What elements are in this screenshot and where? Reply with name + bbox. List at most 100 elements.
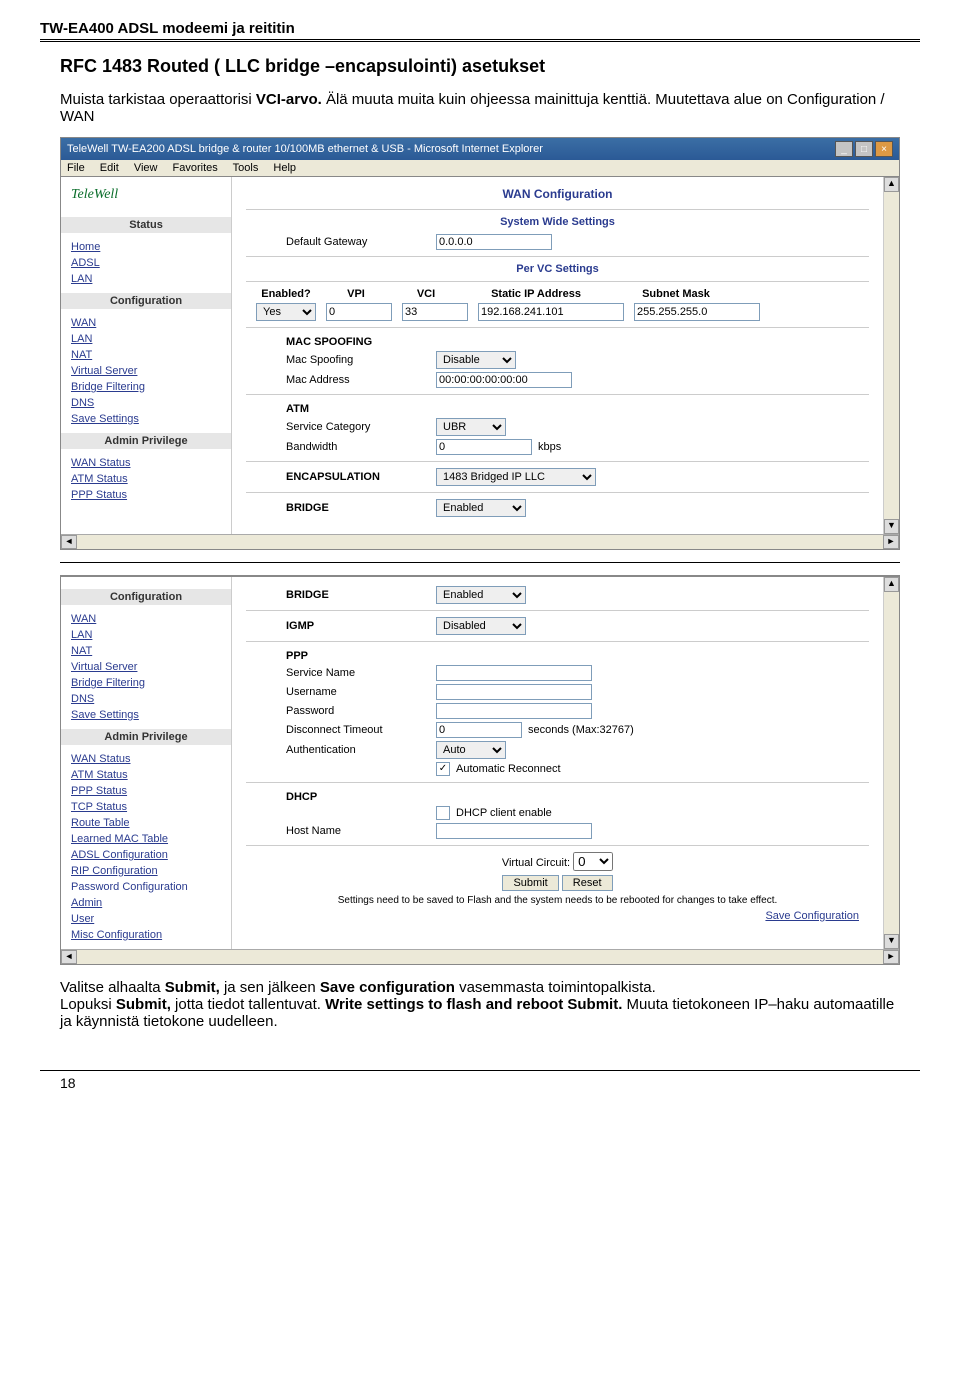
nav-dns-2[interactable]: DNS bbox=[61, 691, 231, 707]
encapsulation-label: ENCAPSULATION bbox=[246, 471, 436, 483]
per-vc-title: Per VC Settings bbox=[246, 263, 869, 275]
host-name-input[interactable] bbox=[436, 823, 592, 839]
nav-lan2[interactable]: LAN bbox=[61, 331, 231, 347]
encapsulation-select[interactable]: 1483 Bridged IP LLC bbox=[436, 468, 596, 486]
nav-config-heading: Configuration bbox=[61, 293, 231, 309]
main-panel-2: BRIDGE Enabled IGMP Disabled PPP Service… bbox=[232, 577, 883, 949]
scrollbar-vertical-2[interactable]: ▲ ▼ bbox=[883, 577, 899, 949]
dhcp-client-label: DHCP client enable bbox=[456, 807, 552, 819]
password-input[interactable] bbox=[436, 703, 592, 719]
nav-dns[interactable]: DNS bbox=[61, 395, 231, 411]
service-category-select[interactable]: UBR bbox=[436, 418, 506, 436]
logo: TeleWell bbox=[61, 183, 231, 211]
main-panel: WAN Configuration System Wide Settings D… bbox=[232, 177, 883, 534]
nav-adsl[interactable]: ADSL bbox=[61, 255, 231, 271]
scrollbar-vertical[interactable]: ▲ ▼ bbox=[883, 177, 899, 534]
menu-help[interactable]: Help bbox=[273, 162, 296, 174]
igmp-select[interactable]: Disabled bbox=[436, 617, 526, 635]
enabled-select[interactable]: Yes bbox=[256, 303, 316, 321]
nav-home[interactable]: Home bbox=[61, 239, 231, 255]
service-name-label: Service Name bbox=[246, 667, 436, 679]
dhcp-client-checkbox[interactable] bbox=[436, 806, 450, 820]
static-ip-input[interactable] bbox=[478, 303, 624, 321]
scroll-up-icon-2[interactable]: ▲ bbox=[884, 577, 899, 592]
authentication-select[interactable]: Auto bbox=[436, 741, 506, 759]
scrollbar-horizontal-2[interactable]: ◄ ► bbox=[61, 949, 899, 964]
bandwidth-input[interactable] bbox=[436, 439, 532, 455]
menu-file[interactable]: File bbox=[67, 162, 85, 174]
scroll-right-icon[interactable]: ► bbox=[883, 535, 899, 549]
nav-bridge-filtering-2[interactable]: Bridge Filtering bbox=[61, 675, 231, 691]
screenshot-1: TeleWell TW-EA200 ADSL bridge & router 1… bbox=[60, 137, 900, 550]
close-icon[interactable]: × bbox=[875, 141, 893, 157]
reset-button[interactable]: Reset bbox=[562, 875, 613, 891]
scroll-left-icon[interactable]: ◄ bbox=[61, 535, 77, 549]
vpi-input[interactable] bbox=[326, 303, 392, 321]
scroll-right-icon-2[interactable]: ► bbox=[883, 950, 899, 964]
mac-spoofing-select[interactable]: Disable bbox=[436, 351, 516, 369]
mac-address-input[interactable] bbox=[436, 372, 572, 388]
nav-wan-status[interactable]: WAN Status bbox=[61, 455, 231, 471]
scroll-left-icon-2[interactable]: ◄ bbox=[61, 950, 77, 964]
intro-paragraph: Muista tarkistaa operaattorisi VCI-arvo.… bbox=[60, 91, 920, 125]
nav-bridge-filtering[interactable]: Bridge Filtering bbox=[61, 379, 231, 395]
atm-heading: ATM bbox=[246, 403, 869, 415]
nav-rip-config[interactable]: RIP Configuration bbox=[61, 863, 231, 879]
menu-view[interactable]: View bbox=[134, 162, 158, 174]
scroll-up-icon[interactable]: ▲ bbox=[884, 177, 899, 192]
service-name-input[interactable] bbox=[436, 665, 592, 681]
nav-nat[interactable]: NAT bbox=[61, 347, 231, 363]
menubar: File Edit View Favorites Tools Help bbox=[61, 160, 899, 176]
username-label: Username bbox=[246, 686, 436, 698]
nav-lan-2[interactable]: LAN bbox=[61, 627, 231, 643]
ppp-heading: PPP bbox=[246, 650, 869, 662]
submit-button[interactable]: Submit bbox=[502, 875, 558, 891]
nav-nat-2[interactable]: NAT bbox=[61, 643, 231, 659]
menu-tools[interactable]: Tools bbox=[233, 162, 259, 174]
virtual-circuit-select[interactable]: 0 bbox=[573, 852, 613, 871]
auto-reconnect-checkbox[interactable]: ✓ bbox=[436, 762, 450, 776]
username-input[interactable] bbox=[436, 684, 592, 700]
nav-atm-status-2[interactable]: ATM Status bbox=[61, 767, 231, 783]
nav-save-settings[interactable]: Save Settings bbox=[61, 411, 231, 427]
password-label: Password bbox=[246, 705, 436, 717]
menu-edit[interactable]: Edit bbox=[100, 162, 119, 174]
nav-ppp-status[interactable]: PPP Status bbox=[61, 487, 231, 503]
nav-lan[interactable]: LAN bbox=[61, 271, 231, 287]
screenshot-2: Configuration WAN LAN NAT Virtual Server… bbox=[60, 575, 900, 965]
bridge-select[interactable]: Enabled bbox=[436, 499, 526, 517]
authentication-label: Authentication bbox=[246, 744, 436, 756]
sidebar: TeleWell Status Home ADSL LAN Configurat… bbox=[61, 177, 232, 534]
nav-admin[interactable]: Admin bbox=[61, 895, 231, 911]
nav-user[interactable]: User bbox=[61, 911, 231, 927]
menu-favorites[interactable]: Favorites bbox=[173, 162, 218, 174]
host-name-label: Host Name bbox=[246, 825, 436, 837]
save-configuration-link[interactable]: Save Configuration bbox=[765, 910, 859, 922]
maximize-icon[interactable]: □ bbox=[855, 141, 873, 157]
subnet-mask-input[interactable] bbox=[634, 303, 760, 321]
scroll-down-icon-2[interactable]: ▼ bbox=[884, 934, 899, 949]
nav-wan[interactable]: WAN bbox=[61, 315, 231, 331]
nav-save-settings-2[interactable]: Save Settings bbox=[61, 707, 231, 723]
nav-status-heading: Status bbox=[61, 217, 231, 233]
nav-virtual-server-2[interactable]: Virtual Server bbox=[61, 659, 231, 675]
nav-misc-config[interactable]: Misc Configuration bbox=[61, 927, 231, 943]
bridge-select-2[interactable]: Enabled bbox=[436, 586, 526, 604]
scrollbar-horizontal[interactable]: ◄ ► bbox=[61, 534, 899, 549]
nav-virtual-server[interactable]: Virtual Server bbox=[61, 363, 231, 379]
scroll-down-icon[interactable]: ▼ bbox=[884, 519, 899, 534]
nav-atm-status[interactable]: ATM Status bbox=[61, 471, 231, 487]
nav-learned-mac[interactable]: Learned MAC Table bbox=[61, 831, 231, 847]
nav-wan-2[interactable]: WAN bbox=[61, 611, 231, 627]
nav-password-config: Password Configuration bbox=[61, 879, 231, 895]
disconnect-timeout-input[interactable] bbox=[436, 722, 522, 738]
nav-route-table[interactable]: Route Table bbox=[61, 815, 231, 831]
nav-wan-status-2[interactable]: WAN Status bbox=[61, 751, 231, 767]
vci-input[interactable] bbox=[402, 303, 468, 321]
nav-ppp-status-2[interactable]: PPP Status bbox=[61, 783, 231, 799]
default-gateway-input[interactable] bbox=[436, 234, 552, 250]
bandwidth-unit: kbps bbox=[538, 441, 561, 453]
nav-adsl-config[interactable]: ADSL Configuration bbox=[61, 847, 231, 863]
nav-tcp-status[interactable]: TCP Status bbox=[61, 799, 231, 815]
minimize-icon[interactable]: _ bbox=[835, 141, 853, 157]
